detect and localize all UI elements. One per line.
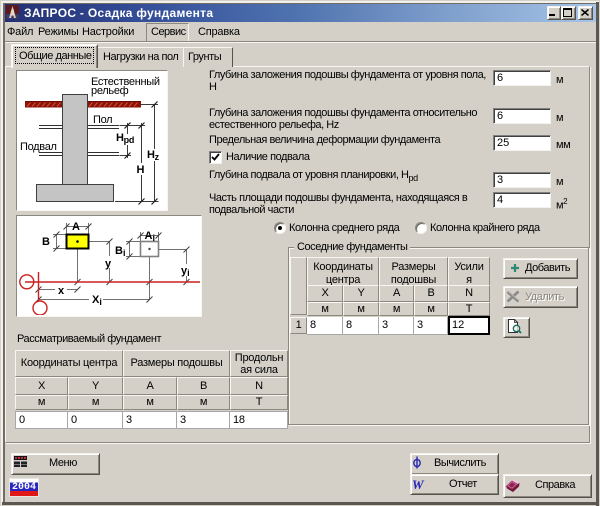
svg-text:Bi: Bi [115,245,125,258]
svg-text:x: x [58,285,65,297]
svg-text:Ai: Ai [145,230,155,243]
svg-text:Подвал: Подвал [20,141,57,153]
svg-text:рельеф: рельеф [91,85,129,97]
svg-text:B: B [42,236,50,248]
svg-text:Hz: Hz [147,149,160,162]
svg-text:H: H [137,164,145,176]
svg-text:Пол: Пол [93,114,112,126]
svg-text:Hpd: Hpd [116,132,134,145]
svg-text:A: A [72,221,80,233]
svg-text:yi: yi [181,265,190,278]
svg-text:Xi: Xi [92,294,102,307]
svg-text:y: y [105,258,112,270]
